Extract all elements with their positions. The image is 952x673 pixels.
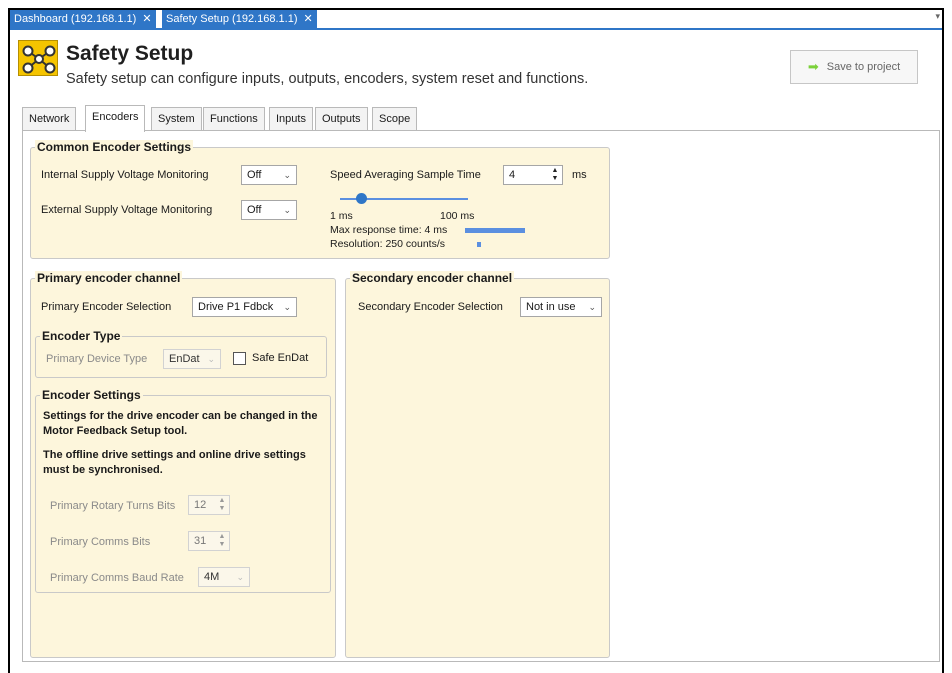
spin-value: 12 (194, 499, 207, 511)
spin-value: 4 (509, 169, 516, 181)
encoders-tab-panel: Common Encoder Settings Internal Supply … (22, 130, 940, 662)
group-title: Secondary encoder channel (350, 271, 515, 285)
drive-encoder-note: Settings for the drive encoder can be ch… (43, 410, 318, 437)
internal-supply-label: Internal Supply Voltage Monitoring (41, 169, 209, 181)
stepper-arrows-icon[interactable]: ▲ ▼ (218, 533, 226, 549)
page-title: Safety Setup (66, 42, 194, 65)
close-icon[interactable]: ✕ (142, 13, 151, 25)
page-header: Safety Setup Safety setup can configure … (10, 32, 942, 90)
rotary-turns-input[interactable]: 12 ▲ ▼ (188, 495, 230, 515)
chevron-down-icon: ⌄ (283, 205, 291, 215)
primary-selection-label: Primary Encoder Selection (41, 301, 172, 313)
speed-averaging-label: Speed Averaging Sample Time (330, 169, 481, 181)
chevron-down-icon: ⌄ (283, 302, 291, 312)
document-tab-strip: Dashboard (192.168.1.1) ✕ Safety Setup (1… (10, 10, 942, 30)
common-encoder-settings-group: Common Encoder Settings Internal Supply … (30, 140, 610, 259)
encoder-type-group: Encoder Type Primary Device Type EnDat ⌄ … (35, 329, 327, 378)
group-title: Encoder Type (40, 329, 123, 343)
external-supply-label: External Supply Voltage Monitoring (41, 204, 213, 216)
chevron-down-icon[interactable]: ▾ (935, 12, 940, 22)
primary-encoder-channel-group: Primary encoder channel Primary Encoder … (30, 271, 336, 658)
spin-value: 31 (194, 535, 207, 547)
secondary-encoder-channel-group: Secondary encoder channel Secondary Enco… (345, 271, 610, 658)
safety-setup-icon (18, 40, 58, 76)
slider-min-label: 1 ms (330, 210, 353, 222)
tab-outputs[interactable]: Outputs (315, 107, 368, 131)
secondary-selection-label: Secondary Encoder Selection (358, 301, 503, 313)
close-icon[interactable]: ✕ (303, 13, 312, 25)
tab-functions[interactable]: Functions (203, 107, 265, 131)
secondary-encoder-select[interactable]: Not in use ⌄ (520, 297, 602, 317)
device-type-label: Primary Device Type (46, 353, 148, 365)
baud-rate-label: Primary Comms Baud Rate (50, 572, 184, 584)
group-title: Common Encoder Settings (35, 140, 194, 154)
device-type-select[interactable]: EnDat ⌄ (163, 349, 221, 369)
doc-tab-safety-setup[interactable]: Safety Setup (192.168.1.1) ✕ (162, 10, 317, 28)
doc-tab-dashboard[interactable]: Dashboard (192.168.1.1) ✕ (10, 10, 156, 28)
external-supply-select[interactable]: Off ⌄ (241, 200, 297, 220)
resolution-bar (477, 242, 481, 247)
safe-endat-checkbox[interactable] (233, 352, 246, 365)
resolution-label: Resolution: 250 counts/s (330, 238, 445, 250)
select-value: Not in use (526, 301, 576, 313)
group-title: Primary encoder channel (35, 271, 183, 285)
tab-inputs[interactable]: Inputs (269, 107, 313, 131)
max-response-bar (465, 228, 525, 233)
stepper-arrows-icon[interactable]: ▲ ▼ (218, 497, 226, 513)
stepper-arrows-icon[interactable]: ▲ ▼ (551, 167, 559, 183)
comms-bits-input[interactable]: 31 ▲ ▼ (188, 531, 230, 551)
save-button-label: Save to project (826, 61, 901, 73)
chevron-down-icon: ⌄ (207, 354, 215, 364)
encoder-settings-group: Encoder Settings Settings for the drive … (35, 388, 331, 593)
tab-network[interactable]: Network (22, 107, 77, 131)
select-value: Off (247, 204, 262, 216)
max-response-label: Max response time: 4 ms (330, 224, 448, 236)
select-value: 4M (204, 571, 220, 583)
tab-system[interactable]: System (151, 107, 202, 131)
primary-encoder-select[interactable]: Drive P1 Fdbck ⌄ (192, 297, 297, 317)
save-to-project-button[interactable]: ➡ Save to project (790, 50, 918, 84)
baud-rate-select[interactable]: 4M ⌄ (198, 567, 250, 587)
tab-scope[interactable]: Scope (372, 107, 418, 131)
chevron-down-icon: ⌄ (588, 302, 596, 312)
chevron-down-icon: ⌄ (236, 572, 244, 582)
window-frame: Dashboard (192.168.1.1) ✕ Safety Setup (1… (8, 8, 944, 673)
slider-max-label: 100 ms (440, 210, 475, 222)
arrow-right-icon: ➡ (807, 59, 819, 74)
speed-slider-thumb[interactable] (355, 193, 367, 204)
group-title: Encoder Settings (40, 388, 143, 402)
chevron-down-icon: ⌄ (283, 170, 291, 180)
comms-bits-label: Primary Comms Bits (50, 536, 151, 548)
speed-averaging-input[interactable]: 4 ▲ ▼ (503, 165, 563, 185)
select-value: Drive P1 Fdbck (198, 301, 274, 313)
rotary-turns-label: Primary Rotary Turns Bits (50, 500, 176, 512)
page-subtitle: Safety setup can configure inputs, outpu… (66, 71, 589, 87)
synchronise-note: The offline drive settings and online dr… (43, 449, 306, 476)
select-value: Off (247, 169, 262, 181)
doc-tab-label: Dashboard (192.168.1.1) (14, 13, 137, 25)
speed-unit-label: ms (572, 169, 587, 181)
doc-tab-label: Safety Setup (192.168.1.1) (166, 13, 298, 25)
safe-endat-label: Safe EnDat (252, 352, 309, 364)
tab-encoders[interactable]: Encoders (85, 105, 146, 132)
internal-supply-select[interactable]: Off ⌄ (241, 165, 297, 185)
select-value: EnDat (169, 353, 200, 365)
